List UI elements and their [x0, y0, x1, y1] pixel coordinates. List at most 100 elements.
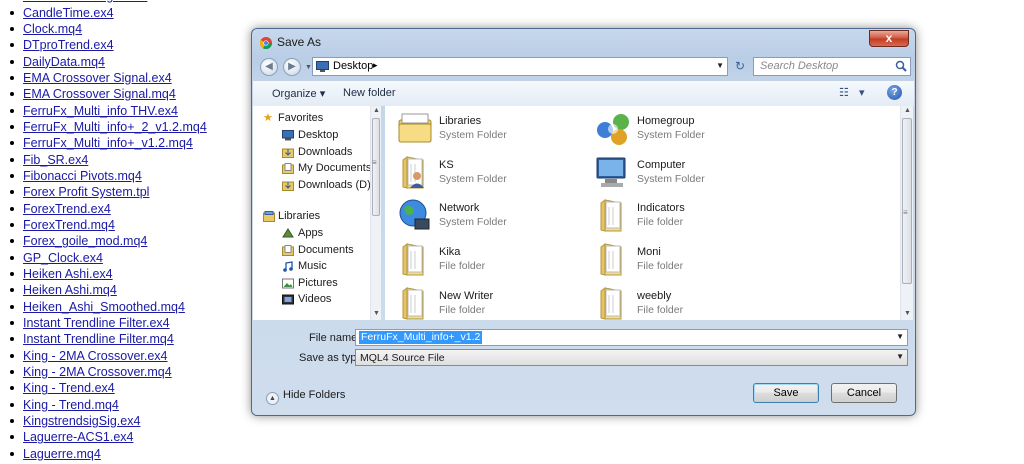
scroll-up-icon[interactable]: ▲: [373, 107, 380, 114]
file-link[interactable]: Heiken_Ashi_Smoothed.mq4: [23, 299, 185, 315]
file-link[interactable]: Fibonacci Pivots.mq4: [23, 168, 142, 184]
file-link[interactable]: EMA Crossover Signal.ex4: [23, 70, 172, 86]
file-name-dropdown-icon[interactable]: ▼: [896, 332, 904, 341]
cancel-button[interactable]: Cancel: [831, 383, 897, 403]
address-chevron-icon[interactable]: ▸: [373, 60, 378, 71]
save-as-type-value: MQL4 Source File: [360, 352, 445, 364]
file-link[interactable]: CandleTime.ex4: [23, 5, 114, 21]
nav-item-label: Desktop: [298, 129, 339, 141]
file-link[interactable]: Heiken Ashi.mq4: [23, 282, 117, 298]
file-link[interactable]: Instant Trendline Filter.mq4: [23, 331, 174, 347]
forward-arrow-icon: ▶: [288, 61, 296, 72]
folder-item-computer[interactable]: Computer System Folder: [595, 154, 785, 194]
content-scrollbar[interactable]: ▲ ≡ ▼: [900, 106, 913, 320]
file-link[interactable]: Laguerre.mq4: [23, 446, 101, 462]
file-link[interactable]: GP_Clock.ex4: [23, 250, 103, 266]
file-link[interactable]: ForexTrend.ex4: [23, 201, 111, 217]
file-name-label: File name:: [309, 332, 361, 344]
help-button[interactable]: ?: [887, 85, 902, 100]
file-link[interactable]: FerruFx_Multi_info+_2_v1.2.mq4: [23, 119, 207, 135]
file-link[interactable]: King - Trend.ex4: [23, 380, 115, 396]
folder-item-kika[interactable]: Kika File folder: [397, 241, 587, 281]
file-list-item: King - 2MA Crossover.ex4: [10, 348, 207, 364]
file-link[interactable]: Heiken Ashi.ex4: [23, 266, 113, 282]
folder-item-new-writer[interactable]: New Writer File folder: [397, 285, 587, 320]
hide-folders-button[interactable]: ▲ Hide Folders: [266, 389, 345, 405]
file-link[interactable]: KingstrendsigSig.ex4: [23, 413, 140, 429]
folder-item-libraries[interactable]: Libraries System Folder: [397, 110, 587, 150]
file-link[interactable]: EMA Crossover Signal.mq4: [23, 86, 176, 102]
bullet-icon: [10, 337, 14, 342]
item-name: Computer: [637, 158, 686, 171]
file-link[interactable]: King - Trend.mq4: [23, 397, 119, 413]
file-link[interactable]: King - 2MA Crossover.mq4: [23, 364, 172, 380]
item-type: System Folder: [439, 172, 507, 185]
folder-item-weebly[interactable]: weebly File folder: [595, 285, 785, 320]
folder-item-homegroup[interactable]: Homegroup System Folder: [595, 110, 785, 150]
save-as-type-select[interactable]: MQL4 Source File ▼: [355, 349, 908, 366]
bullet-icon: [10, 190, 14, 195]
forward-button[interactable]: ▶: [283, 58, 301, 76]
scroll-down-icon[interactable]: ▼: [373, 310, 380, 317]
file-list-item: Clock.mq4: [10, 21, 207, 37]
address-location[interactable]: Desktop: [333, 60, 373, 72]
file-link[interactable]: King - 2MA Crossover.ex4: [23, 348, 168, 364]
file-list-item: Fibonacci Pivots.mq4: [10, 168, 207, 184]
close-button[interactable]: x: [869, 30, 909, 47]
music-icon: [282, 261, 294, 272]
file-name-input[interactable]: FerruFx_Multi_info+_v1.2 ▼: [355, 329, 908, 346]
back-button[interactable]: ◀: [260, 58, 278, 76]
file-link[interactable]: DailyData.mq4: [23, 54, 105, 70]
content-scroll-down-icon[interactable]: ▼: [904, 310, 911, 317]
file-link[interactable]: ForexTrend.mq4: [23, 217, 115, 233]
bullet-icon: [10, 402, 14, 407]
bullet-icon: [10, 92, 14, 97]
organize-button[interactable]: Organize ▾: [272, 87, 325, 100]
file-list-item: DTproTrend.ex4: [10, 37, 207, 53]
folder-item-ks[interactable]: KS System Folder: [397, 154, 587, 194]
view-options-icon[interactable]: ☷: [839, 86, 849, 99]
content-scroll-thumb[interactable]: [902, 118, 912, 284]
folder-item-indicators[interactable]: Indicators File folder: [595, 197, 785, 237]
item-type: File folder: [439, 260, 486, 273]
nav-pane-scroll-thumb[interactable]: [372, 118, 380, 216]
file-link[interactable]: FerruFx_Multi_info+_v1.2.mq4: [23, 135, 193, 151]
refresh-button[interactable]: ↻: [730, 57, 750, 76]
file-link[interactable]: Forex Profit System.tpl: [23, 184, 149, 200]
nav-item-label: Documents: [298, 243, 354, 256]
nav-pane-scrollbar[interactable]: ▲ ≡ ▼: [370, 106, 381, 320]
file-link[interactable]: Forex_goile_mod.mq4: [23, 233, 147, 249]
address-dropdown-icon[interactable]: ▼: [716, 61, 724, 70]
content-scroll-up-icon[interactable]: ▲: [904, 107, 911, 114]
file-list-item: FerruFx_Multi_info+_2_v1.2.mq4: [10, 119, 207, 135]
drive-downloads-icon: [282, 180, 294, 191]
file-link[interactable]: FerruFx_Multi_info THV.ex4: [23, 103, 178, 119]
item-type: System Folder: [439, 216, 507, 229]
file-link[interactable]: Instant Trendline Filter.ex4: [23, 315, 170, 331]
folder-item-moni[interactable]: Moni File folder: [595, 241, 785, 281]
file-list-item: Forex_goile_mod.mq4: [10, 233, 207, 249]
search-input[interactable]: Search Desktop: [753, 57, 911, 76]
content-pane: Libraries System Folder Homegroup System Fo…: [385, 106, 900, 320]
recent-locations-dropdown[interactable]: ▼: [305, 64, 312, 71]
file-link[interactable]: Clock.mq4: [23, 21, 82, 37]
bullet-icon: [10, 451, 14, 456]
folder-item-network[interactable]: Network System Folder: [397, 197, 587, 237]
address-bar[interactable]: Desktop ▸ ▼: [312, 57, 728, 76]
file-list-item: ForexTrend.ex4: [10, 200, 207, 216]
nav-item-label: Downloads: [298, 145, 353, 158]
file-link[interactable]: DTproTrend.ex4: [23, 37, 114, 53]
folder-icon: [595, 197, 631, 233]
file-link[interactable]: Fib_SR.ex4: [23, 152, 88, 168]
file-name-value[interactable]: FerruFx_Multi_info+_v1.2: [359, 331, 483, 344]
new-folder-button[interactable]: New folder: [343, 87, 396, 99]
file-list-item: EMA Crossover Signal.ex4: [10, 70, 207, 86]
view-dropdown-icon[interactable]: ▾: [859, 86, 865, 99]
file-list-item: Fib_SR.ex4: [10, 151, 207, 167]
nav-item-label: Music: [298, 260, 327, 272]
file-list-item: FerruFx_Multi_info THV.ex4: [10, 102, 207, 118]
file-link[interactable]: Laguerre-ACS1.ex4: [23, 429, 133, 445]
title-bar[interactable]: Save As x: [252, 29, 915, 55]
save-as-type-dropdown-icon[interactable]: ▼: [896, 352, 904, 361]
save-button[interactable]: Save: [753, 383, 819, 403]
